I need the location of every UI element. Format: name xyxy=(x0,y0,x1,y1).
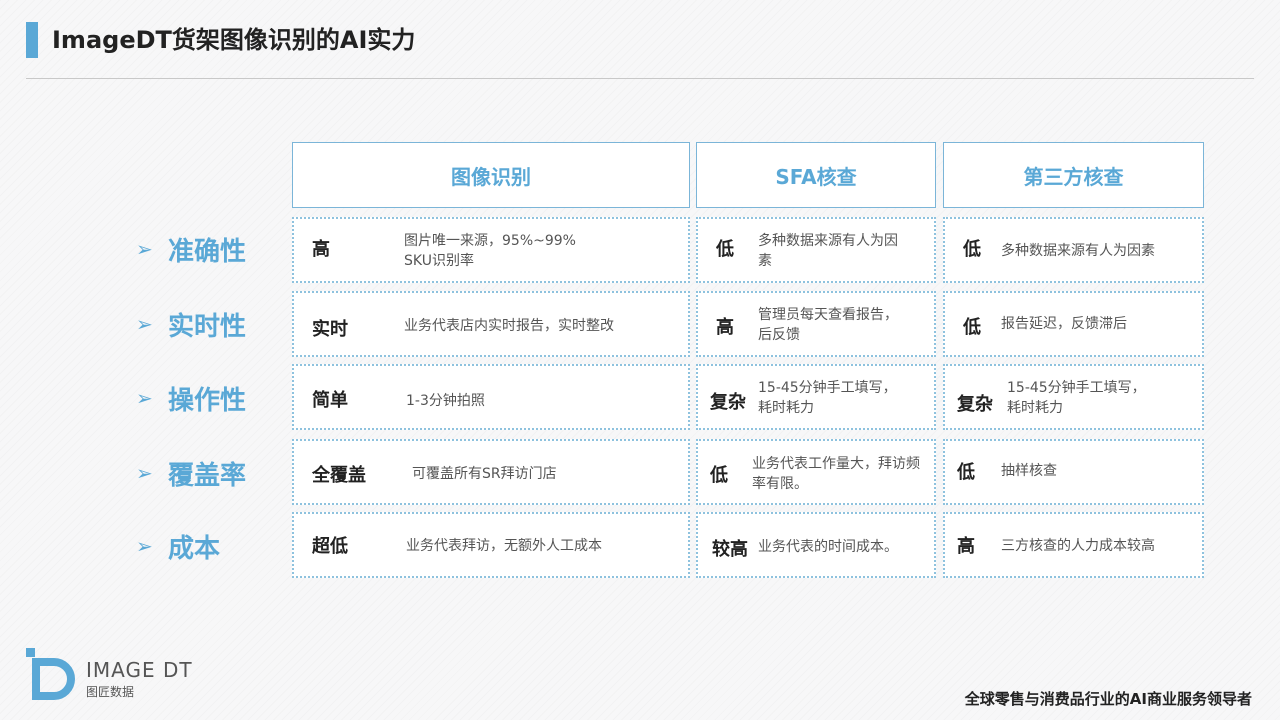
desc-text: 15-45分钟手工填写， 耗时耗力 xyxy=(758,380,897,416)
arrow-bullet-icon: ➢ xyxy=(136,461,153,485)
page-title: ImageDT货架图像识别的AI实力 xyxy=(52,26,416,54)
level-text: 复杂 xyxy=(710,392,746,413)
table-cell: 高 管理员每天查看报告， 后反馈 xyxy=(696,291,936,357)
row-label-coverage: ➢ 覆盖率 xyxy=(136,460,247,491)
title-divider xyxy=(26,78,1254,79)
table-cell: 复杂 15-45分钟手工填写， 耗时耗力 xyxy=(696,364,936,430)
table-cell: 全覆盖 可覆盖所有SR拜访门店 xyxy=(292,439,690,505)
column-header-image-recognition: 图像识别 xyxy=(292,142,690,208)
desc-text: 管理员每天查看报告， 后反馈 xyxy=(758,307,898,343)
desc-text: 报告延迟，反馈滞后 xyxy=(1001,316,1127,332)
desc-text: 业务代表工作量大，拜访频 率有限。 xyxy=(752,456,920,492)
desc-text: 业务代表拜访，无额外人工成本 xyxy=(406,538,602,554)
level-text: 低 xyxy=(710,465,728,486)
table-cell: 超低 业务代表拜访，无额外人工成本 xyxy=(292,512,690,578)
row-label-accuracy: ➢ 准确性 xyxy=(136,236,247,267)
desc-text: 业务代表的时间成本。 xyxy=(758,539,898,555)
column-header-third-party-check: 第三方核查 xyxy=(943,142,1204,208)
level-text: 低 xyxy=(963,317,981,338)
row-label-operability: ➢ 操作性 xyxy=(136,385,247,416)
row-label-realtime: ➢ 实时性 xyxy=(136,311,247,342)
desc-text: 多种数据来源有人为因素 xyxy=(758,233,898,269)
level-text: 高 xyxy=(312,239,330,260)
arrow-bullet-icon: ➢ xyxy=(136,534,153,558)
table-cell: 较高 业务代表的时间成本。 xyxy=(696,512,936,578)
table-cell: 高 三方核查的人力成本较高 xyxy=(943,512,1204,578)
level-text: 高 xyxy=(957,536,975,557)
level-text: 复杂 xyxy=(957,394,993,415)
desc-text: 15-45分钟手工填写， 耗时耗力 xyxy=(1007,380,1146,416)
title-accent-bar xyxy=(26,22,38,58)
level-text: 高 xyxy=(716,317,734,338)
row-label-cost: ➢ 成本 xyxy=(136,533,221,564)
table-cell: 高 图片唯一来源，95%~99% SKU识别率 xyxy=(292,217,690,283)
arrow-bullet-icon: ➢ xyxy=(136,237,153,261)
desc-text: 多种数据来源有人为因素 xyxy=(1001,243,1155,259)
level-text: 低 xyxy=(957,462,975,483)
level-text: 实时 xyxy=(312,319,348,340)
desc-text: 业务代表店内实时报告，实时整改 xyxy=(404,318,614,334)
logo-wordmark: IMAGE DT xyxy=(86,658,193,682)
table-cell: 简单 1-3分钟拍照 xyxy=(292,364,690,430)
desc-text: 抽样核查 xyxy=(1001,463,1057,479)
table-cell: 低 抽样核查 xyxy=(943,439,1204,505)
table-cell: 实时 业务代表店内实时报告，实时整改 xyxy=(292,291,690,357)
imagedt-logo-icon xyxy=(26,648,75,700)
level-text: 较高 xyxy=(712,539,748,560)
footer-tagline: 全球零售与消费品行业的AI商业服务领导者 xyxy=(964,690,1252,708)
desc-text: 可覆盖所有SR拜访门店 xyxy=(412,466,557,482)
logo-subtitle: 图匠数据 xyxy=(86,685,135,699)
desc-text: 图片唯一来源，95%~99% SKU识别率 xyxy=(404,233,576,269)
level-text: 全覆盖 xyxy=(312,465,366,486)
arrow-bullet-icon: ➢ xyxy=(136,312,153,336)
desc-text: 1-3分钟拍照 xyxy=(406,393,485,409)
table-cell: 低 多种数据来源有人为因素 xyxy=(696,217,936,283)
table-cell: 复杂 15-45分钟手工填写， 耗时耗力 xyxy=(943,364,1204,430)
table-cell: 低 多种数据来源有人为因素 xyxy=(943,217,1204,283)
level-text: 低 xyxy=(963,239,981,260)
desc-text: 三方核查的人力成本较高 xyxy=(1001,538,1155,554)
arrow-bullet-icon: ➢ xyxy=(136,386,153,410)
table-cell: 低 业务代表工作量大，拜访频 率有限。 xyxy=(696,439,936,505)
level-text: 简单 xyxy=(312,390,348,411)
table-cell: 低 报告延迟，反馈滞后 xyxy=(943,291,1204,357)
level-text: 低 xyxy=(716,239,734,260)
level-text: 超低 xyxy=(312,536,348,557)
column-header-sfa-check: SFA核查 xyxy=(696,142,936,208)
